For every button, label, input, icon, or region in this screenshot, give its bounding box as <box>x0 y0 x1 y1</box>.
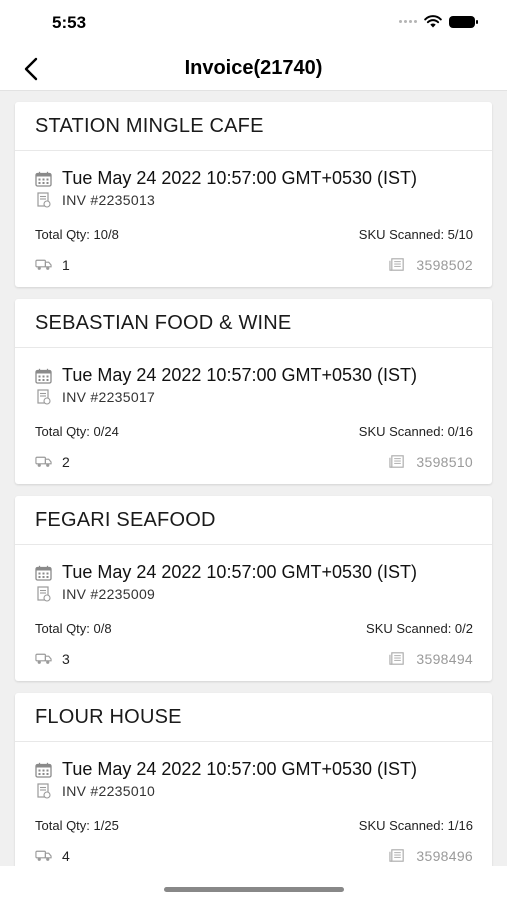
route-code-row: 1 3598502 <box>35 256 473 273</box>
date-row: Tue May 24 2022 10:57:00 GMT+0530 (IST) <box>35 562 473 583</box>
status-bar: 5:53 <box>0 0 507 48</box>
sku-scanned: SKU Scanned: 1/16 <box>358 818 473 833</box>
sku-scanned: SKU Scanned: 0/16 <box>358 424 473 439</box>
battery-icon <box>449 15 478 28</box>
invoice-code: 3598494 <box>416 650 473 667</box>
date-row: Tue May 24 2022 10:57:00 GMT+0530 (IST) <box>35 759 473 780</box>
route-group: 2 <box>35 453 70 470</box>
invoice-list[interactable]: STATION MINGLE CAFE Tue May 24 2022 10:5… <box>0 91 507 866</box>
invoice-number-row: INV #2235009 <box>35 585 473 602</box>
route-number: 1 <box>62 256 70 273</box>
calendar-icon <box>35 170 52 187</box>
card-header: STATION MINGLE CAFE <box>15 102 492 151</box>
total-qty: Total Qty: 1/25 <box>35 818 119 833</box>
route-group: 4 <box>35 847 70 864</box>
invoice-number-row: INV #2235017 <box>35 388 473 405</box>
route-code-row: 3 3598494 <box>35 650 473 667</box>
calendar-icon <box>35 564 52 581</box>
document-icon <box>389 256 406 273</box>
date-row: Tue May 24 2022 10:57:00 GMT+0530 (IST) <box>35 365 473 386</box>
invoice-number: INV #2235010 <box>62 782 156 799</box>
wifi-icon <box>424 15 442 28</box>
card-header: FLOUR HOUSE <box>15 693 492 742</box>
store-name: FEGARI SEAFOOD <box>35 508 216 531</box>
store-name: FLOUR HOUSE <box>35 705 182 728</box>
code-group: 3598510 <box>389 453 473 470</box>
code-group: 3598496 <box>389 847 473 864</box>
truck-icon <box>35 453 52 470</box>
invoice-number: INV #2235013 <box>62 191 156 208</box>
route-group: 1 <box>35 256 70 273</box>
receipt-icon <box>35 388 52 405</box>
route-code-row: 4 3598496 <box>35 847 473 864</box>
home-indicator[interactable] <box>164 887 344 892</box>
invoice-number-row: INV #2235010 <box>35 782 473 799</box>
sku-scanned: SKU Scanned: 0/2 <box>366 621 473 636</box>
invoice-code: 3598502 <box>416 256 473 273</box>
total-qty: Total Qty: 10/8 <box>35 227 119 242</box>
total-qty: Total Qty: 0/8 <box>35 621 112 636</box>
status-indicators <box>399 15 478 28</box>
route-number: 2 <box>62 453 70 470</box>
invoice-card[interactable]: STATION MINGLE CAFE Tue May 24 2022 10:5… <box>15 102 492 287</box>
invoice-date: Tue May 24 2022 10:57:00 GMT+0530 (IST) <box>62 168 418 188</box>
truck-icon <box>35 847 52 864</box>
invoice-date: Tue May 24 2022 10:57:00 GMT+0530 (IST) <box>62 562 418 582</box>
page-title: Invoice(21740) <box>184 57 323 79</box>
store-name: STATION MINGLE CAFE <box>35 114 264 137</box>
route-code-row: 2 3598510 <box>35 453 473 470</box>
calendar-icon <box>35 367 52 384</box>
card-header: SEBASTIAN FOOD & WINE <box>15 299 492 348</box>
quantity-row: Total Qty: 10/8 SKU Scanned: 5/10 <box>35 227 473 242</box>
quantity-row: Total Qty: 0/8 SKU Scanned: 0/2 <box>35 621 473 636</box>
cellular-signal-icon <box>399 20 417 23</box>
document-icon <box>389 650 406 667</box>
status-time: 5:53 <box>52 13 87 32</box>
invoice-date: Tue May 24 2022 10:57:00 GMT+0530 (IST) <box>62 759 418 779</box>
route-number: 3 <box>62 650 70 667</box>
invoice-code: 3598496 <box>416 847 473 864</box>
document-icon <box>389 847 406 864</box>
navigation-bar: Invoice(21740) <box>0 48 507 91</box>
total-qty: Total Qty: 0/24 <box>35 424 119 439</box>
invoice-number: INV #2235017 <box>62 388 156 405</box>
card-header: FEGARI SEAFOOD <box>15 496 492 545</box>
invoice-number: INV #2235009 <box>62 585 156 602</box>
truck-icon <box>35 650 52 667</box>
invoice-date: Tue May 24 2022 10:57:00 GMT+0530 (IST) <box>62 365 418 385</box>
store-name: SEBASTIAN FOOD & WINE <box>35 311 292 334</box>
calendar-icon <box>35 761 52 778</box>
date-row: Tue May 24 2022 10:57:00 GMT+0530 (IST) <box>35 168 473 189</box>
invoice-code: 3598510 <box>416 453 473 470</box>
quantity-row: Total Qty: 1/25 SKU Scanned: 1/16 <box>35 818 473 833</box>
route-number: 4 <box>62 847 70 864</box>
invoice-card[interactable]: FLOUR HOUSE Tue May 24 2022 10:57:00 GMT… <box>15 693 492 866</box>
receipt-icon <box>35 191 52 208</box>
bottom-safe-area <box>0 866 507 900</box>
code-group: 3598494 <box>389 650 473 667</box>
truck-icon <box>35 256 52 273</box>
quantity-row: Total Qty: 0/24 SKU Scanned: 0/16 <box>35 424 473 439</box>
receipt-icon <box>35 782 52 799</box>
document-icon <box>389 453 406 470</box>
invoice-card[interactable]: FEGARI SEAFOOD Tue May 24 2022 10:57:00 … <box>15 496 492 681</box>
receipt-icon <box>35 585 52 602</box>
invoice-card[interactable]: SEBASTIAN FOOD & WINE Tue May 24 2022 10… <box>15 299 492 484</box>
code-group: 3598502 <box>389 256 473 273</box>
invoice-number-row: INV #2235013 <box>35 191 473 208</box>
route-group: 3 <box>35 650 70 667</box>
sku-scanned: SKU Scanned: 5/10 <box>358 227 473 242</box>
